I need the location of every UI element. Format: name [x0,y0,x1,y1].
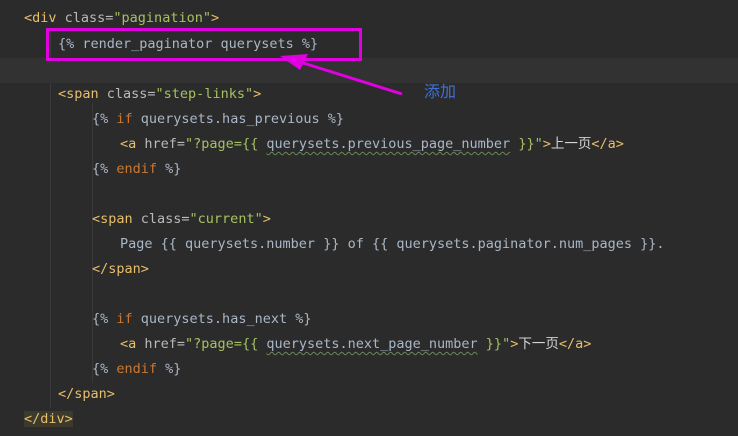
annotation-arrow-icon [280,54,403,96]
code-editor[interactable]: <div class="pagination"> {% render_pagin… [0,0,738,436]
annotation-label: 添加 [424,82,457,101]
